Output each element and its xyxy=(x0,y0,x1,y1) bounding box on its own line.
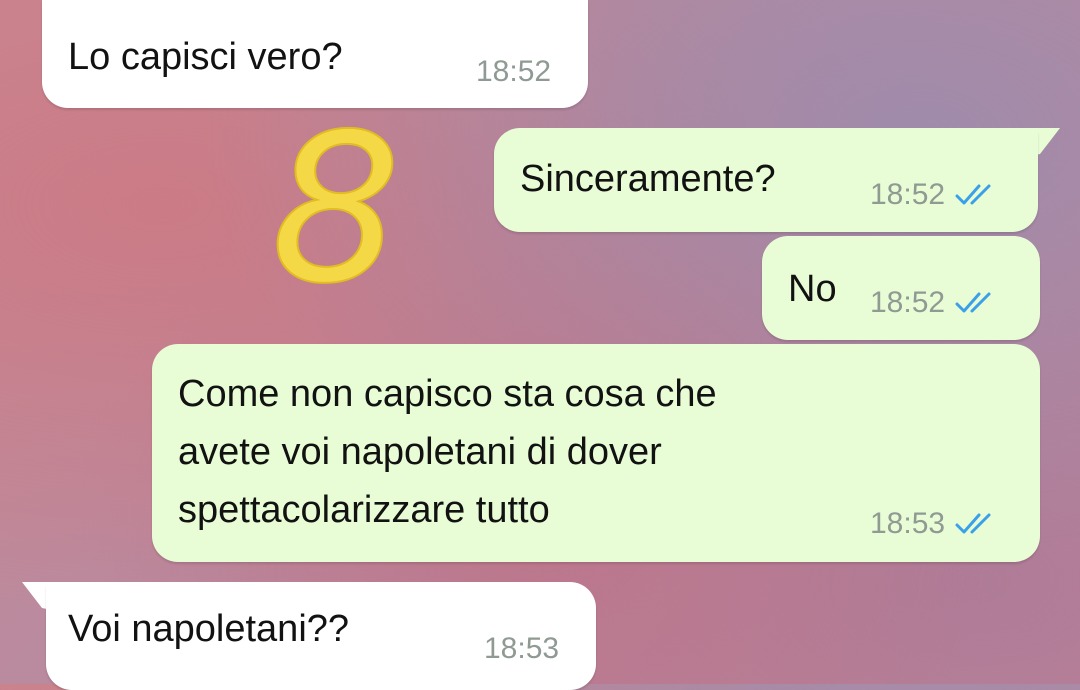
message-text: Come non capisco sta cosa che avete voi … xyxy=(178,373,717,531)
message-meta: 18:52 xyxy=(870,286,999,320)
message-bubble-incoming[interactable]: Voi napoletani?? 18:53 xyxy=(46,582,596,690)
message-text: Voi napoletani?? xyxy=(68,608,350,650)
message-timestamp: 18:52 xyxy=(870,286,946,319)
message-bubble-outgoing[interactable]: Come non capisco sta cosa che avete voi … xyxy=(152,344,1040,562)
message-meta: 18:52 xyxy=(476,55,551,89)
double-check-icon xyxy=(955,292,991,313)
message-text: Lo capisci vero? xyxy=(68,36,343,78)
message-timestamp: 18:52 xyxy=(476,55,552,88)
chat-conversation: Lo capisci vero? 18:52 Sinceramente? 18:… xyxy=(0,0,1080,690)
annotation-number: 8 xyxy=(271,120,401,305)
message-timestamp: 18:53 xyxy=(870,507,946,540)
message-bubble-outgoing[interactable]: Sinceramente? 18:52 xyxy=(494,128,1038,232)
message-meta: 18:53 xyxy=(870,507,999,541)
message-bubble-incoming[interactable]: Lo capisci vero? 18:52 xyxy=(42,0,588,108)
double-check-icon xyxy=(955,513,991,534)
message-text: No xyxy=(788,268,837,310)
message-bubble-outgoing[interactable]: No 18:52 xyxy=(762,236,1040,340)
handwritten-number-annotation: 8 xyxy=(270,120,402,305)
message-meta: 18:52 xyxy=(870,178,999,212)
double-check-icon xyxy=(955,184,991,205)
message-timestamp: 18:52 xyxy=(870,178,946,211)
message-meta: 18:53 xyxy=(484,632,559,666)
message-text: Sinceramente? xyxy=(520,158,776,200)
message-timestamp: 18:53 xyxy=(484,632,560,665)
